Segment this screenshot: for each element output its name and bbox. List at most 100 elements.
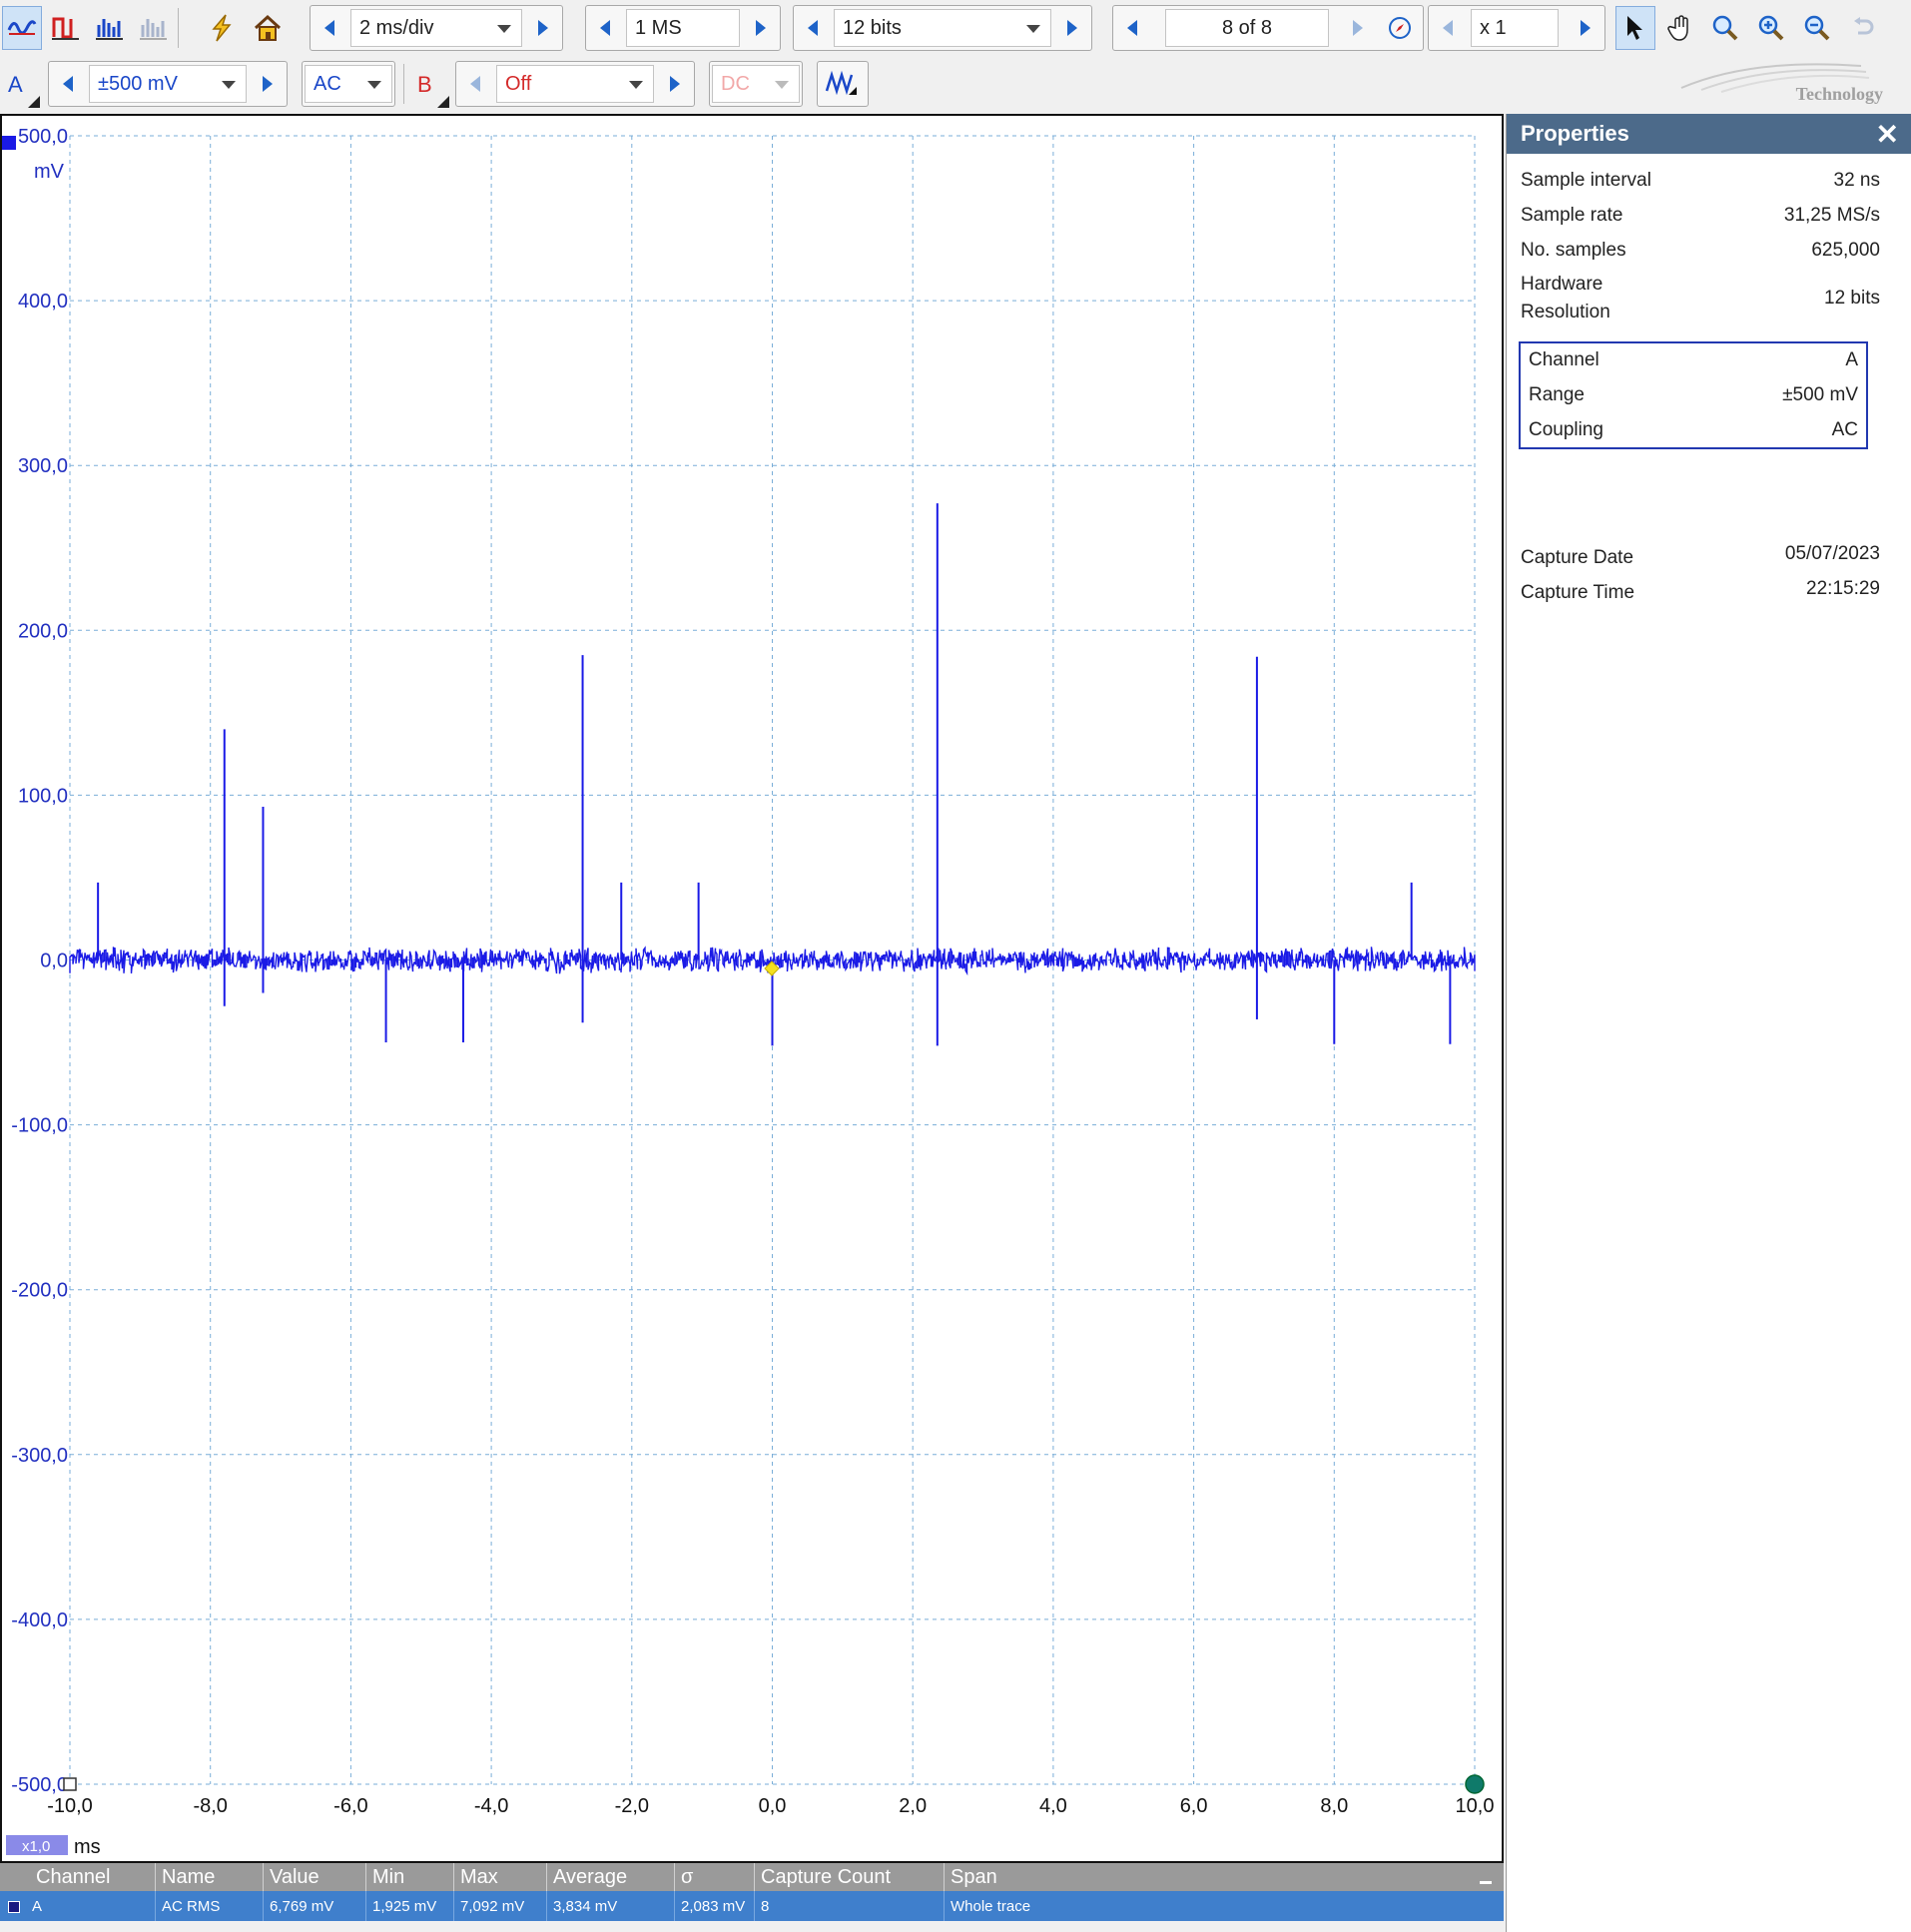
channel-b-range-select[interactable]: Off bbox=[496, 65, 654, 103]
left-ruler-handle-icon[interactable] bbox=[63, 1777, 77, 1791]
y-tick-label: 100,0 bbox=[18, 785, 68, 807]
spectrum-disabled-icon[interactable] bbox=[134, 6, 174, 50]
measurements-header-min[interactable]: Min bbox=[365, 1863, 453, 1891]
select-tool-button[interactable] bbox=[1615, 6, 1655, 50]
channel-a-coupling-select[interactable]: AC bbox=[305, 65, 392, 103]
timebase-select[interactable]: 2 ms/div bbox=[350, 9, 522, 47]
samples-control: 1 MS bbox=[585, 5, 781, 51]
measurement-max: 7,092 mV bbox=[453, 1891, 546, 1921]
channel-a-range-select[interactable]: ±500 mV bbox=[89, 65, 247, 103]
measurements-header-span[interactable]: Span bbox=[944, 1863, 1504, 1891]
channel-b-coupling-control: DC bbox=[709, 61, 803, 107]
y-tick-label: -200,0 bbox=[11, 1280, 68, 1302]
undo-zoom-button[interactable] bbox=[1843, 6, 1883, 50]
auto-setup-icon[interactable] bbox=[202, 6, 242, 50]
arrow-left-icon bbox=[600, 20, 610, 36]
x-tick-label: 4,0 bbox=[1039, 1795, 1067, 1817]
x-axis-labels: -10,0 -8,0 -6,0 -4,0 -2,0 0,0 2,0 4,0 6,0 8,0 10,0 bbox=[47, 1795, 1494, 1817]
home-icon[interactable] bbox=[248, 6, 288, 50]
scope-mode-icon[interactable] bbox=[2, 6, 42, 50]
spectrum-mode-icon[interactable] bbox=[90, 6, 130, 50]
timebase-control: 2 ms/div bbox=[310, 5, 563, 51]
resolution-increase-button[interactable] bbox=[1053, 6, 1091, 50]
arrow-right-icon bbox=[1581, 20, 1591, 36]
arrow-right-icon bbox=[1353, 20, 1363, 36]
channel-b-range-increase-button[interactable] bbox=[656, 62, 694, 106]
chevron-down-icon bbox=[497, 25, 511, 33]
minimize-icon[interactable] bbox=[1480, 1881, 1492, 1884]
resolution-select[interactable]: 12 bits bbox=[834, 9, 1051, 47]
measurements-header-sigma[interactable]: σ bbox=[674, 1863, 754, 1891]
oscilloscope-plot[interactable]: 500,0 400,0 300,0 200,0 100,0 0,0 -100,0 -200,0… bbox=[2, 116, 1502, 1861]
zoom-area-button[interactable] bbox=[1705, 6, 1745, 50]
undo-icon bbox=[1854, 17, 1874, 35]
y-tick-label: -100,0 bbox=[11, 1115, 68, 1137]
measurement-capture-count: 8 bbox=[754, 1891, 944, 1921]
channel-a-marker-icon bbox=[2, 136, 16, 150]
y-axis-unit: mV bbox=[34, 161, 65, 183]
compass-icon bbox=[1389, 17, 1411, 39]
arrow-right-icon bbox=[670, 76, 680, 92]
measurements-header-name[interactable]: Name bbox=[155, 1863, 263, 1891]
zoom-decrease-button[interactable] bbox=[1429, 6, 1467, 50]
x-axis-unit: ms bbox=[74, 1836, 101, 1858]
zoom-increase-button[interactable] bbox=[1567, 6, 1604, 50]
y-tick-label: -400,0 bbox=[11, 1610, 68, 1631]
samples-field[interactable]: 1 MS bbox=[626, 9, 740, 47]
x-tick-label: 2,0 bbox=[899, 1795, 927, 1817]
main-toolbar: 2 ms/div 1 MS 12 bits 8 of 8 x 1 bbox=[0, 0, 1911, 57]
signal-generator-button[interactable] bbox=[817, 61, 869, 107]
arrow-right-icon bbox=[538, 20, 548, 36]
channel-b-range-decrease-button[interactable] bbox=[456, 62, 494, 106]
zoom-control: x 1 bbox=[1428, 5, 1605, 51]
channel-a-range-increase-button[interactable] bbox=[249, 62, 287, 106]
close-icon[interactable]: ✕ bbox=[1876, 118, 1899, 151]
x-tick-label: 10,0 bbox=[1456, 1795, 1495, 1817]
measurements-header-value[interactable]: Value bbox=[263, 1863, 365, 1891]
properties-panel: Properties ✕ Sample interval 32 ns Sample… bbox=[1506, 114, 1911, 1932]
channel-a-range-decrease-button[interactable] bbox=[49, 62, 87, 106]
samples-decrease-button[interactable] bbox=[586, 6, 624, 50]
buffer-navigation: 8 of 8 bbox=[1112, 5, 1424, 51]
buffer-previous-button[interactable] bbox=[1113, 6, 1151, 50]
hand-tool-button[interactable] bbox=[1661, 6, 1701, 50]
x-tick-label: 8,0 bbox=[1320, 1795, 1348, 1817]
channel-b-coupling-select[interactable]: DC bbox=[712, 65, 800, 103]
properties-title: Properties bbox=[1521, 121, 1629, 146]
measurements-header-channel[interactable]: Channel bbox=[0, 1863, 155, 1891]
zoom-in-button[interactable] bbox=[1751, 6, 1791, 50]
arrow-left-icon bbox=[808, 20, 818, 36]
chevron-down-icon bbox=[775, 81, 789, 89]
arrow-left-icon bbox=[324, 20, 334, 36]
persistence-mode-icon[interactable] bbox=[46, 6, 86, 50]
zoom-field[interactable]: x 1 bbox=[1471, 9, 1559, 47]
measurement-min: 1,925 mV bbox=[365, 1891, 453, 1921]
samples-increase-button[interactable] bbox=[742, 6, 780, 50]
zoom-in-icon bbox=[1758, 15, 1784, 41]
buffer-index-field[interactable]: 8 of 8 bbox=[1165, 9, 1329, 47]
resolution-control: 12 bits bbox=[793, 5, 1092, 51]
resolution-decrease-button[interactable] bbox=[794, 6, 832, 50]
measurements-header-capture-count[interactable]: Capture Count bbox=[754, 1863, 944, 1891]
timebase-increase-button[interactable] bbox=[524, 6, 562, 50]
brand-text: Technology bbox=[1795, 84, 1883, 104]
measurements-table: Channel Name Value Min Max Average σ Cap… bbox=[0, 1863, 1504, 1932]
channel-a-options[interactable]: A bbox=[8, 72, 23, 98]
scope-view[interactable]: 500,0 400,0 300,0 200,0 100,0 0,0 -100,0 -200,0… bbox=[0, 114, 1504, 1863]
channel-b-options[interactable]: B bbox=[417, 72, 432, 98]
measurement-average: 3,834 mV bbox=[546, 1891, 674, 1921]
y-tick-label: 300,0 bbox=[18, 455, 68, 477]
table-row[interactable]: A AC RMS 6,769 mV 1,925 mV 7,092 mV 3,83… bbox=[0, 1891, 1504, 1921]
chevron-down-icon bbox=[1026, 25, 1040, 33]
y-tick-label: 500,0 bbox=[18, 126, 68, 148]
channel-color-swatch bbox=[8, 1901, 20, 1913]
measurements-header-max[interactable]: Max bbox=[453, 1863, 546, 1891]
right-ruler-handle-icon[interactable] bbox=[1465, 1774, 1485, 1794]
timebase-decrease-button[interactable] bbox=[311, 6, 348, 50]
arrow-right-icon bbox=[1067, 20, 1077, 36]
buffer-next-button[interactable] bbox=[1339, 6, 1377, 50]
x-tick-label: -6,0 bbox=[333, 1795, 367, 1817]
buffer-overview-button[interactable] bbox=[1381, 6, 1419, 50]
measurements-header-average[interactable]: Average bbox=[546, 1863, 674, 1891]
zoom-out-button[interactable] bbox=[1797, 6, 1837, 50]
